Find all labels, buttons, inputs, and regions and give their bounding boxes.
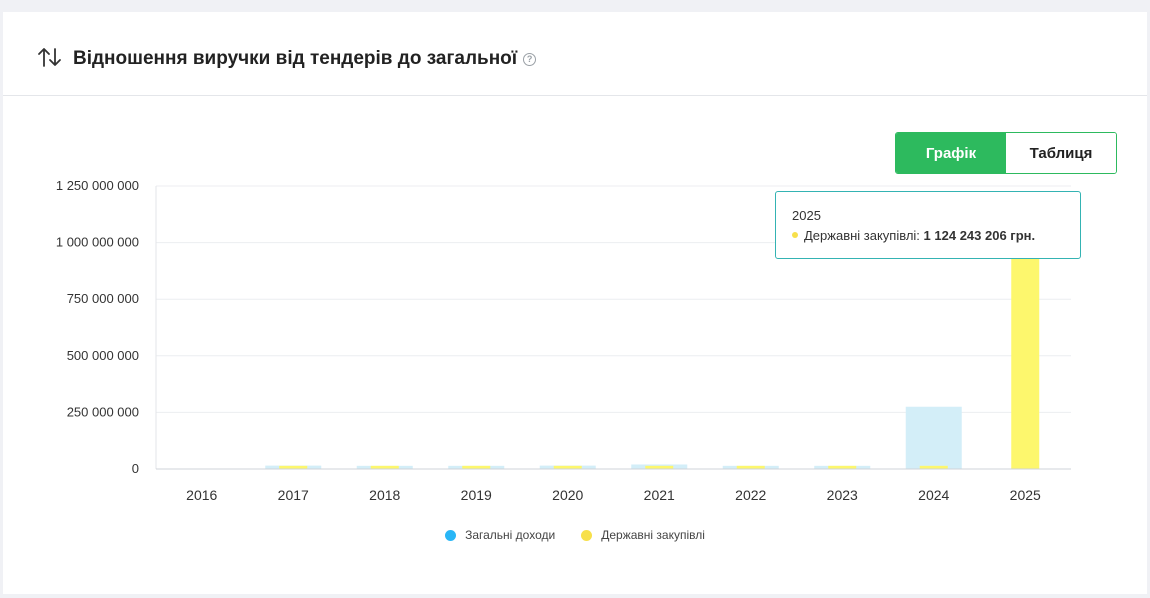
- x-tick-label: 2019: [461, 487, 492, 503]
- chart-card: Відношення виручки від тендерів до загал…: [3, 12, 1147, 594]
- x-tick-label: 2022: [735, 487, 766, 503]
- y-tick-label: 0: [132, 461, 139, 476]
- y-tick-label: 750 000 000: [67, 291, 139, 306]
- legend-dot-gov: [581, 529, 593, 541]
- bar-chart: 0 250 000 000 500 000 000 750 000 000 1 000 …: [56, 178, 1071, 503]
- chart-legend: Загальні доходи Державні закупівлі: [3, 528, 1147, 542]
- tooltip-year: 2025: [792, 208, 821, 223]
- legend-label-total: Загальні доходи: [465, 528, 556, 542]
- y-tick-label: 1 250 000 000: [56, 178, 139, 193]
- legend-item-total[interactable]: Загальні доходи: [445, 528, 555, 542]
- tooltip-series-label: Державні закупівлі:: [804, 228, 920, 243]
- tooltip-value: 1 124 243 206 грн.: [923, 228, 1036, 243]
- x-tick-label: 2016: [186, 487, 217, 503]
- legend-item-gov[interactable]: Державні закупівлі: [581, 528, 705, 542]
- legend-dot-total: [445, 529, 457, 541]
- x-tick-label: 2024: [918, 487, 949, 503]
- y-tick-label: 250 000 000: [67, 404, 139, 419]
- legend-label-gov: Державні закупівлі: [601, 528, 705, 542]
- x-tick-label: 2021: [644, 487, 675, 503]
- chart-tooltip: 2025 Державні закупівлі: 1 124 243 206 г…: [775, 191, 1081, 259]
- x-tick-label: 2023: [827, 487, 858, 503]
- x-tick-label: 2018: [369, 487, 400, 503]
- bar-total-income: [905, 406, 962, 469]
- y-tick-label: 500 000 000: [67, 348, 139, 363]
- y-tick-label: 1 000 000 000: [56, 235, 139, 250]
- x-tick-label: 2025: [1010, 487, 1041, 503]
- x-tick-label: 2020: [552, 487, 583, 503]
- tooltip-row: Державні закупівлі: 1 124 243 206 грн.: [792, 228, 1064, 243]
- tooltip-series-dot: [792, 232, 798, 238]
- x-tick-label: 2017: [278, 487, 309, 503]
